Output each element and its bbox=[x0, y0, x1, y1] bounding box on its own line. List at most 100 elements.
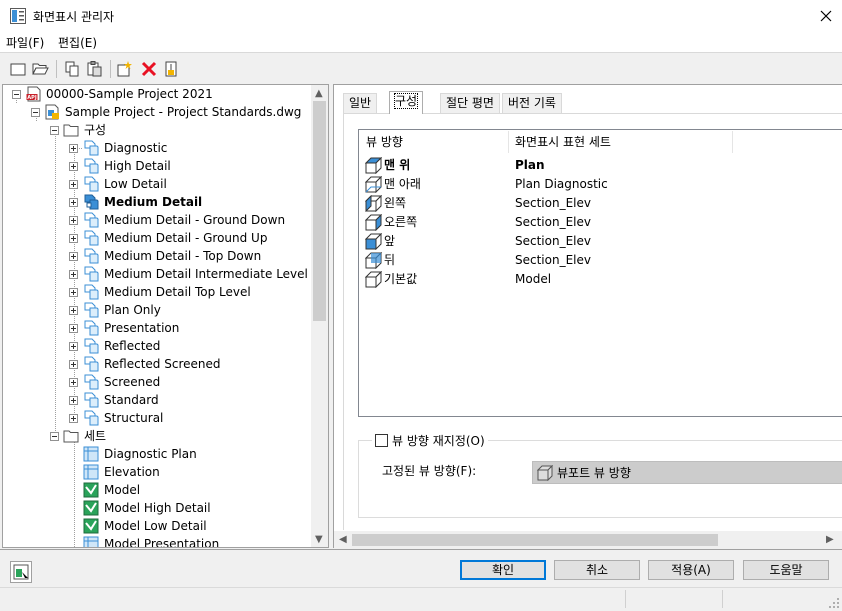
expand-toggle[interactable] bbox=[69, 270, 78, 279]
tree-item-config[interactable]: Structural bbox=[3, 409, 313, 427]
display-set-value: Plan bbox=[515, 158, 545, 172]
expand-toggle[interactable] bbox=[69, 414, 78, 423]
tree-item-config[interactable]: High Detail bbox=[3, 157, 313, 175]
tree-item-set[interactable]: Model Presentation bbox=[3, 535, 313, 547]
expand-toggle[interactable] bbox=[69, 216, 78, 225]
help-button[interactable]: 도움말 bbox=[743, 560, 829, 580]
fixed-view-direction-label: 고정된 뷰 방향(F): bbox=[382, 464, 477, 478]
tree-item-set[interactable]: Model High Detail bbox=[3, 499, 313, 517]
collapse-toggle[interactable] bbox=[12, 90, 21, 99]
checkbox-box[interactable] bbox=[375, 433, 388, 447]
copy-icon[interactable] bbox=[63, 60, 81, 78]
tree-item-config[interactable]: Standard bbox=[3, 391, 313, 409]
expand-toggle[interactable] bbox=[69, 180, 78, 189]
tree-item-sets-folder[interactable]: 세트 bbox=[3, 427, 313, 445]
tree-item-label: 구성 bbox=[84, 123, 107, 137]
tree-item-drawing[interactable]: Sample Project - Project Standards.dwg bbox=[3, 103, 313, 121]
tree-item-config[interactable]: Plan Only bbox=[3, 301, 313, 319]
menu-file[interactable]: 파일(F) bbox=[6, 34, 44, 51]
apply-button[interactable]: 적용(A) bbox=[648, 560, 734, 580]
purge-icon[interactable] bbox=[162, 60, 180, 78]
open-folder-icon[interactable] bbox=[31, 60, 49, 78]
expand-toggle[interactable] bbox=[69, 396, 78, 405]
collapse-toggle[interactable] bbox=[31, 108, 40, 117]
list-item[interactable]: 왼쪽 Section_Elev bbox=[365, 194, 835, 213]
tree-item-config-selected[interactable]: Medium Detail bbox=[3, 193, 313, 211]
new-item-icon[interactable] bbox=[116, 60, 134, 78]
tree-item-config[interactable]: Medium Detail Top Level bbox=[3, 283, 313, 301]
list-item[interactable]: 기본값 Model bbox=[365, 270, 835, 289]
tab-cut-plane[interactable]: 절단 평면 bbox=[440, 93, 500, 113]
expand-toggle[interactable] bbox=[69, 324, 78, 333]
tree-item-config[interactable]: Reflected Screened bbox=[3, 355, 313, 373]
paste-icon[interactable] bbox=[85, 60, 103, 78]
status-divider bbox=[722, 590, 723, 608]
tab-version-history[interactable]: 버전 기록 bbox=[502, 93, 562, 113]
svg-text:APJ: APJ bbox=[27, 95, 37, 101]
expand-toggle[interactable] bbox=[69, 234, 78, 243]
delete-icon[interactable] bbox=[140, 60, 158, 78]
override-view-direction-checkbox[interactable]: 뷰 방향 재지정(O) bbox=[372, 432, 488, 448]
resize-grip-icon[interactable] bbox=[828, 597, 840, 609]
fixed-view-direction-select[interactable]: 뷰포트 뷰 방향 bbox=[532, 461, 842, 484]
expand-toggle[interactable] bbox=[69, 288, 78, 297]
expand-toggle[interactable] bbox=[69, 342, 78, 351]
collapse-toggle[interactable] bbox=[50, 126, 59, 135]
bottom-separator bbox=[0, 549, 842, 550]
tree-item-config[interactable]: Medium Detail - Ground Up bbox=[3, 229, 313, 247]
tree-item-label: Diagnostic Plan bbox=[104, 447, 197, 461]
horizontal-scrollbar-thumb[interactable] bbox=[352, 534, 718, 546]
toolbar-separator bbox=[56, 60, 57, 78]
tree-item-config[interactable]: Medium Detail Intermediate Level bbox=[3, 265, 313, 283]
display-config-button[interactable] bbox=[10, 561, 32, 583]
view-name: 앞 bbox=[384, 234, 396, 248]
scroll-left-arrow-icon[interactable]: ◀ bbox=[339, 534, 347, 545]
tree-item-label: 00000-Sample Project 2021 bbox=[46, 87, 213, 101]
scroll-down-arrow-icon[interactable]: ▼ bbox=[315, 534, 323, 545]
expand-toggle[interactable] bbox=[69, 378, 78, 387]
list-item[interactable]: 맨 위 Plan bbox=[365, 156, 835, 175]
expand-toggle[interactable] bbox=[69, 252, 78, 261]
tab-configuration[interactable]: 구성 bbox=[389, 91, 424, 114]
expand-toggle[interactable] bbox=[69, 360, 78, 369]
tree-item-set[interactable]: Model bbox=[3, 481, 313, 499]
ok-button[interactable]: 확인 bbox=[460, 560, 546, 580]
tree-scrollbar-thumb[interactable] bbox=[313, 101, 326, 321]
tree-item-set[interactable]: Model Low Detail bbox=[3, 517, 313, 535]
tree-item-set[interactable]: Diagnostic Plan bbox=[3, 445, 313, 463]
collapse-toggle[interactable] bbox=[50, 432, 59, 441]
tree-item-config[interactable]: Diagnostic bbox=[3, 139, 313, 157]
list-item[interactable]: 앞 Section_Elev bbox=[365, 232, 835, 251]
scroll-right-arrow-icon[interactable]: ▶ bbox=[826, 534, 834, 545]
column-header-view-direction[interactable]: 뷰 방향 bbox=[366, 130, 403, 154]
expand-toggle[interactable] bbox=[69, 306, 78, 315]
expand-toggle[interactable] bbox=[69, 162, 78, 171]
tree-item-project[interactable]: APJ 00000-Sample Project 2021 bbox=[3, 85, 313, 103]
display-set-icon bbox=[83, 536, 99, 547]
list-item[interactable]: 뒤 Section_Elev bbox=[365, 251, 835, 270]
tree-item-config[interactable]: Medium Detail - Ground Down bbox=[3, 211, 313, 229]
expand-toggle[interactable] bbox=[69, 198, 78, 207]
tree-item-label: Reflected Screened bbox=[104, 357, 221, 371]
tree-item-config[interactable]: Screened bbox=[3, 373, 313, 391]
new-document-icon[interactable] bbox=[9, 60, 27, 78]
scroll-up-arrow-icon[interactable]: ▲ bbox=[315, 88, 323, 99]
expand-toggle[interactable] bbox=[69, 144, 78, 153]
viewport-view-icon bbox=[537, 464, 553, 481]
display-set-value: Section_Elev bbox=[515, 253, 591, 267]
tree-item-config[interactable]: Presentation bbox=[3, 319, 313, 337]
cancel-button[interactable]: 취소 bbox=[554, 560, 640, 580]
menu-edit[interactable]: 편집(E) bbox=[58, 34, 97, 51]
tree-item-set[interactable]: Elevation bbox=[3, 463, 313, 481]
column-header-display-set[interactable]: 화면표시 표현 세트 bbox=[515, 130, 611, 154]
tree-item-config[interactable]: Medium Detail - Top Down bbox=[3, 247, 313, 265]
tree-item-config-folder[interactable]: 구성 bbox=[3, 121, 313, 139]
tab-general[interactable]: 일반 bbox=[343, 93, 378, 113]
config-icon bbox=[84, 338, 99, 354]
tree-item-config[interactable]: Reflected bbox=[3, 337, 313, 355]
tree-item-config[interactable]: Low Detail bbox=[3, 175, 313, 193]
close-button[interactable] bbox=[812, 2, 840, 30]
tree-panel[interactable]: APJ 00000-Sample Project 2021 Sample Pro… bbox=[2, 84, 329, 548]
list-item[interactable]: 맨 아래 Plan Diagnostic bbox=[365, 175, 835, 194]
list-item[interactable]: 오른쪽 Section_Elev bbox=[365, 213, 835, 232]
